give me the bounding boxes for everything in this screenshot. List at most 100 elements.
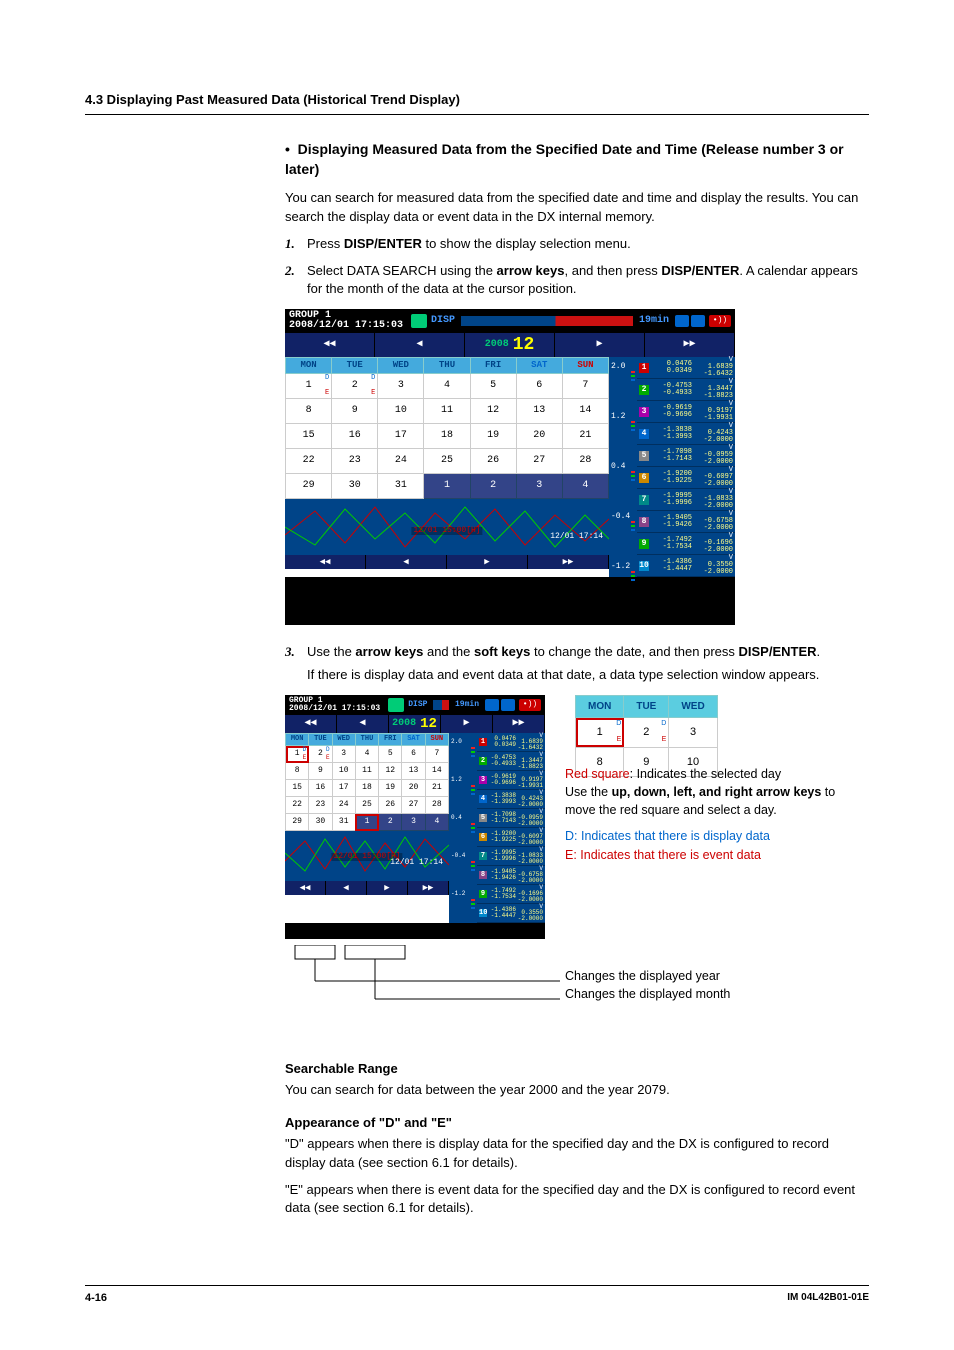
calendar-day[interactable]: 22 <box>286 449 332 474</box>
calendar-day[interactable]: 29 <box>286 814 309 831</box>
calendar-day[interactable]: 1DE <box>286 374 332 399</box>
calendar-day[interactable]: 23 <box>332 449 378 474</box>
nav-fast-prev-s[interactable]: ◀◀ <box>285 715 337 733</box>
calendar-day[interactable]: 4 <box>425 814 448 831</box>
calendar-day[interactable]: 21 <box>425 780 448 797</box>
calendar-day[interactable]: 16 <box>309 780 332 797</box>
progress-bar <box>461 316 633 326</box>
calendar-day[interactable]: 29 <box>286 474 332 499</box>
calendar-day[interactable]: 20 <box>516 424 562 449</box>
calendar-day[interactable]: 25 <box>424 449 470 474</box>
calendar-day[interactable]: 23 <box>309 797 332 814</box>
calendar-day[interactable]: 25 <box>355 797 378 814</box>
calendar-day[interactable]: 28 <box>562 449 608 474</box>
btm-next-s[interactable]: ▶ <box>367 881 408 895</box>
btm-fast-prev-s[interactable]: ◀◀ <box>285 881 326 895</box>
nav-year-month-s[interactable]: 200812 <box>389 715 441 733</box>
calendar-day[interactable]: 7 <box>562 374 608 399</box>
calendar-day[interactable]: 26 <box>379 797 402 814</box>
btm-prev-s[interactable]: ◀ <box>326 881 367 895</box>
nav-prev[interactable]: ◀ <box>375 333 465 357</box>
channel-row: 9-1.7492-1.7534V-0.1696-2.0000 <box>477 885 545 904</box>
nav-next[interactable]: ▶ <box>555 333 645 357</box>
calendar-day[interactable]: 8 <box>286 399 332 424</box>
calendar-day[interactable]: 14 <box>425 763 448 780</box>
calendar-day[interactable]: 31 <box>378 474 424 499</box>
time-label: 19min <box>639 316 669 326</box>
calendar-day[interactable]: 26 <box>470 449 516 474</box>
calendar-day[interactable]: 13 <box>516 399 562 424</box>
calendar-day[interactable]: 18 <box>355 780 378 797</box>
calendar-day[interactable]: 2DE <box>624 718 669 748</box>
calendar-day[interactable]: 7 <box>425 746 448 763</box>
calendar-day[interactable]: 1 <box>424 474 470 499</box>
calendar-day[interactable]: 15 <box>286 780 309 797</box>
btm-prev[interactable]: ◀ <box>366 555 447 569</box>
btm-next[interactable]: ▶ <box>447 555 528 569</box>
calendar-day[interactable]: 20 <box>402 780 425 797</box>
axis-tick: 1.2 <box>451 777 462 783</box>
calendar-day[interactable]: 1DE <box>286 746 309 763</box>
calendar-day[interactable]: 11 <box>355 763 378 780</box>
calendar-day[interactable]: 21 <box>562 424 608 449</box>
status-icons <box>675 315 705 327</box>
nav-prev-s[interactable]: ◀ <box>337 715 389 733</box>
calendar-day[interactable]: 30 <box>332 474 378 499</box>
searchable-range-head: Searchable Range <box>285 1059 869 1079</box>
nav-fast-prev[interactable]: ◀◀ <box>285 333 375 357</box>
nav-fast-next[interactable]: ▶▶ <box>645 333 735 357</box>
nav-fast-next-s[interactable]: ▶▶ <box>493 715 545 733</box>
calendar-day[interactable]: 12 <box>379 763 402 780</box>
calendar-day[interactable]: 15 <box>286 424 332 449</box>
calendar-day[interactable]: 22 <box>286 797 309 814</box>
btm-fast-next-s[interactable]: ▶▶ <box>408 881 449 895</box>
calendar-day[interactable]: 1DE <box>576 718 624 748</box>
calendar-day[interactable]: 13 <box>402 763 425 780</box>
calendar-day[interactable]: 30 <box>309 814 332 831</box>
calendar-day[interactable]: 2DE <box>309 746 332 763</box>
btm-fast-next[interactable]: ▶▶ <box>528 555 609 569</box>
calendar-day[interactable]: 6 <box>516 374 562 399</box>
calendar-day[interactable]: 1 <box>355 814 378 831</box>
calendar-day[interactable]: 4 <box>562 474 608 499</box>
calendar-day[interactable]: 4 <box>355 746 378 763</box>
calendar-day[interactable]: 12 <box>470 399 516 424</box>
calendar-day[interactable]: 17 <box>332 780 355 797</box>
calendar-day[interactable]: 3 <box>669 718 717 748</box>
channel-row: 5-1.7098-1.7143V-0.0959-2.0000 <box>637 445 735 467</box>
calendar-day[interactable]: 19 <box>379 780 402 797</box>
calendar-day[interactable]: 24 <box>378 449 424 474</box>
calendar-day[interactable]: 4 <box>424 374 470 399</box>
calendar-day[interactable]: 2DE <box>332 374 378 399</box>
calendar-day[interactable]: 17 <box>378 424 424 449</box>
axis-tick: 0.4 <box>611 463 625 471</box>
calendar-day[interactable]: 5 <box>379 746 402 763</box>
calendar-day[interactable]: 16 <box>332 424 378 449</box>
calendar-day[interactable]: 14 <box>562 399 608 424</box>
calendar-day[interactable]: 24 <box>332 797 355 814</box>
calendar-day[interactable]: 3 <box>516 474 562 499</box>
calendar-day[interactable]: 6 <box>402 746 425 763</box>
nav-year-month[interactable]: 200812 <box>465 333 555 357</box>
btm-fast-prev[interactable]: ◀◀ <box>285 555 366 569</box>
calendar-day[interactable]: 2 <box>379 814 402 831</box>
calendar-day[interactable]: 2 <box>470 474 516 499</box>
calendar-day[interactable]: 8 <box>286 763 309 780</box>
calendar-day[interactable]: 9 <box>309 763 332 780</box>
calendar-day[interactable]: 10 <box>378 399 424 424</box>
nav-next-s[interactable]: ▶ <box>441 715 493 733</box>
calendar-day[interactable]: 27 <box>402 797 425 814</box>
calendar-day[interactable]: 5 <box>470 374 516 399</box>
calendar-day[interactable]: 31 <box>332 814 355 831</box>
calendar-day[interactable]: 3 <box>378 374 424 399</box>
calendar-day[interactable]: 19 <box>470 424 516 449</box>
calendar-day[interactable]: 3 <box>402 814 425 831</box>
calendar-day[interactable]: 27 <box>516 449 562 474</box>
day-header: THU <box>424 358 470 374</box>
calendar-day[interactable]: 9 <box>332 399 378 424</box>
calendar-day[interactable]: 11 <box>424 399 470 424</box>
calendar-day[interactable]: 10 <box>332 763 355 780</box>
calendar-day[interactable]: 18 <box>424 424 470 449</box>
calendar-day[interactable]: 3 <box>332 746 355 763</box>
calendar-day[interactable]: 28 <box>425 797 448 814</box>
